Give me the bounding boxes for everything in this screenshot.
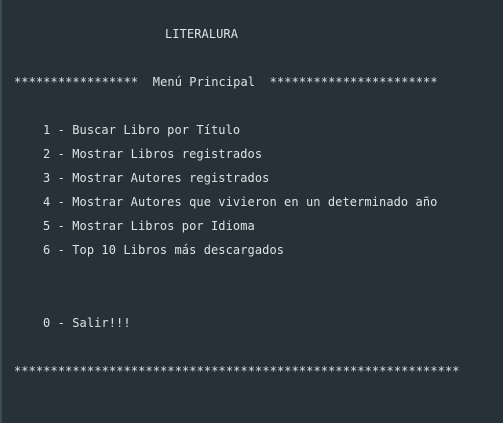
- menu-option-books-by-language: 5 - Mostrar Libros por Idioma: [43, 219, 255, 233]
- menu-header: ***************** Menú Principal *******…: [14, 75, 438, 89]
- menu-option-top-downloads: 6 - Top 10 Libros más descargados: [43, 243, 285, 257]
- menu-option-list-books: 2 - Mostrar Libros registrados: [43, 147, 263, 161]
- app-title: LITERALURA: [165, 27, 239, 41]
- menu-option-search-book: 1 - Buscar Libro por Título: [43, 123, 241, 137]
- menu-footer-rule: ****************************************…: [14, 364, 460, 378]
- menu-option-list-authors: 3 - Mostrar Autores registrados: [43, 171, 270, 185]
- menu-option-authors-alive-in-year: 4 - Mostrar Autores que vivieron en un d…: [43, 195, 438, 209]
- console-output[interactable]: LITERALURA ***************** Menú Princi…: [0, 0, 503, 423]
- menu-option-exit: 0 - Salir!!!: [43, 316, 131, 330]
